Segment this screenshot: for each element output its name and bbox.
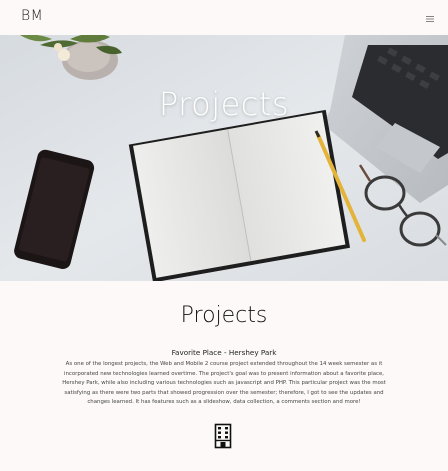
projects-section: Projects Favorite Place - Hershey Park A… — [0, 281, 448, 471]
desk-workspace-photo — [0, 35, 448, 281]
section-heading: Projects — [180, 303, 268, 328]
project-title: Favorite Place - Hershey Park — [171, 348, 277, 357]
project-description: As one of the longest projects, the Web … — [62, 361, 386, 406]
navbar: BM — [0, 0, 448, 35]
hamburger-menu-icon[interactable] — [424, 10, 436, 22]
building-icon[interactable] — [214, 423, 232, 449]
hero-banner: Projects — [0, 35, 448, 281]
brand-logo[interactable]: BM — [21, 8, 43, 24]
hero-title: Projects — [158, 85, 290, 123]
